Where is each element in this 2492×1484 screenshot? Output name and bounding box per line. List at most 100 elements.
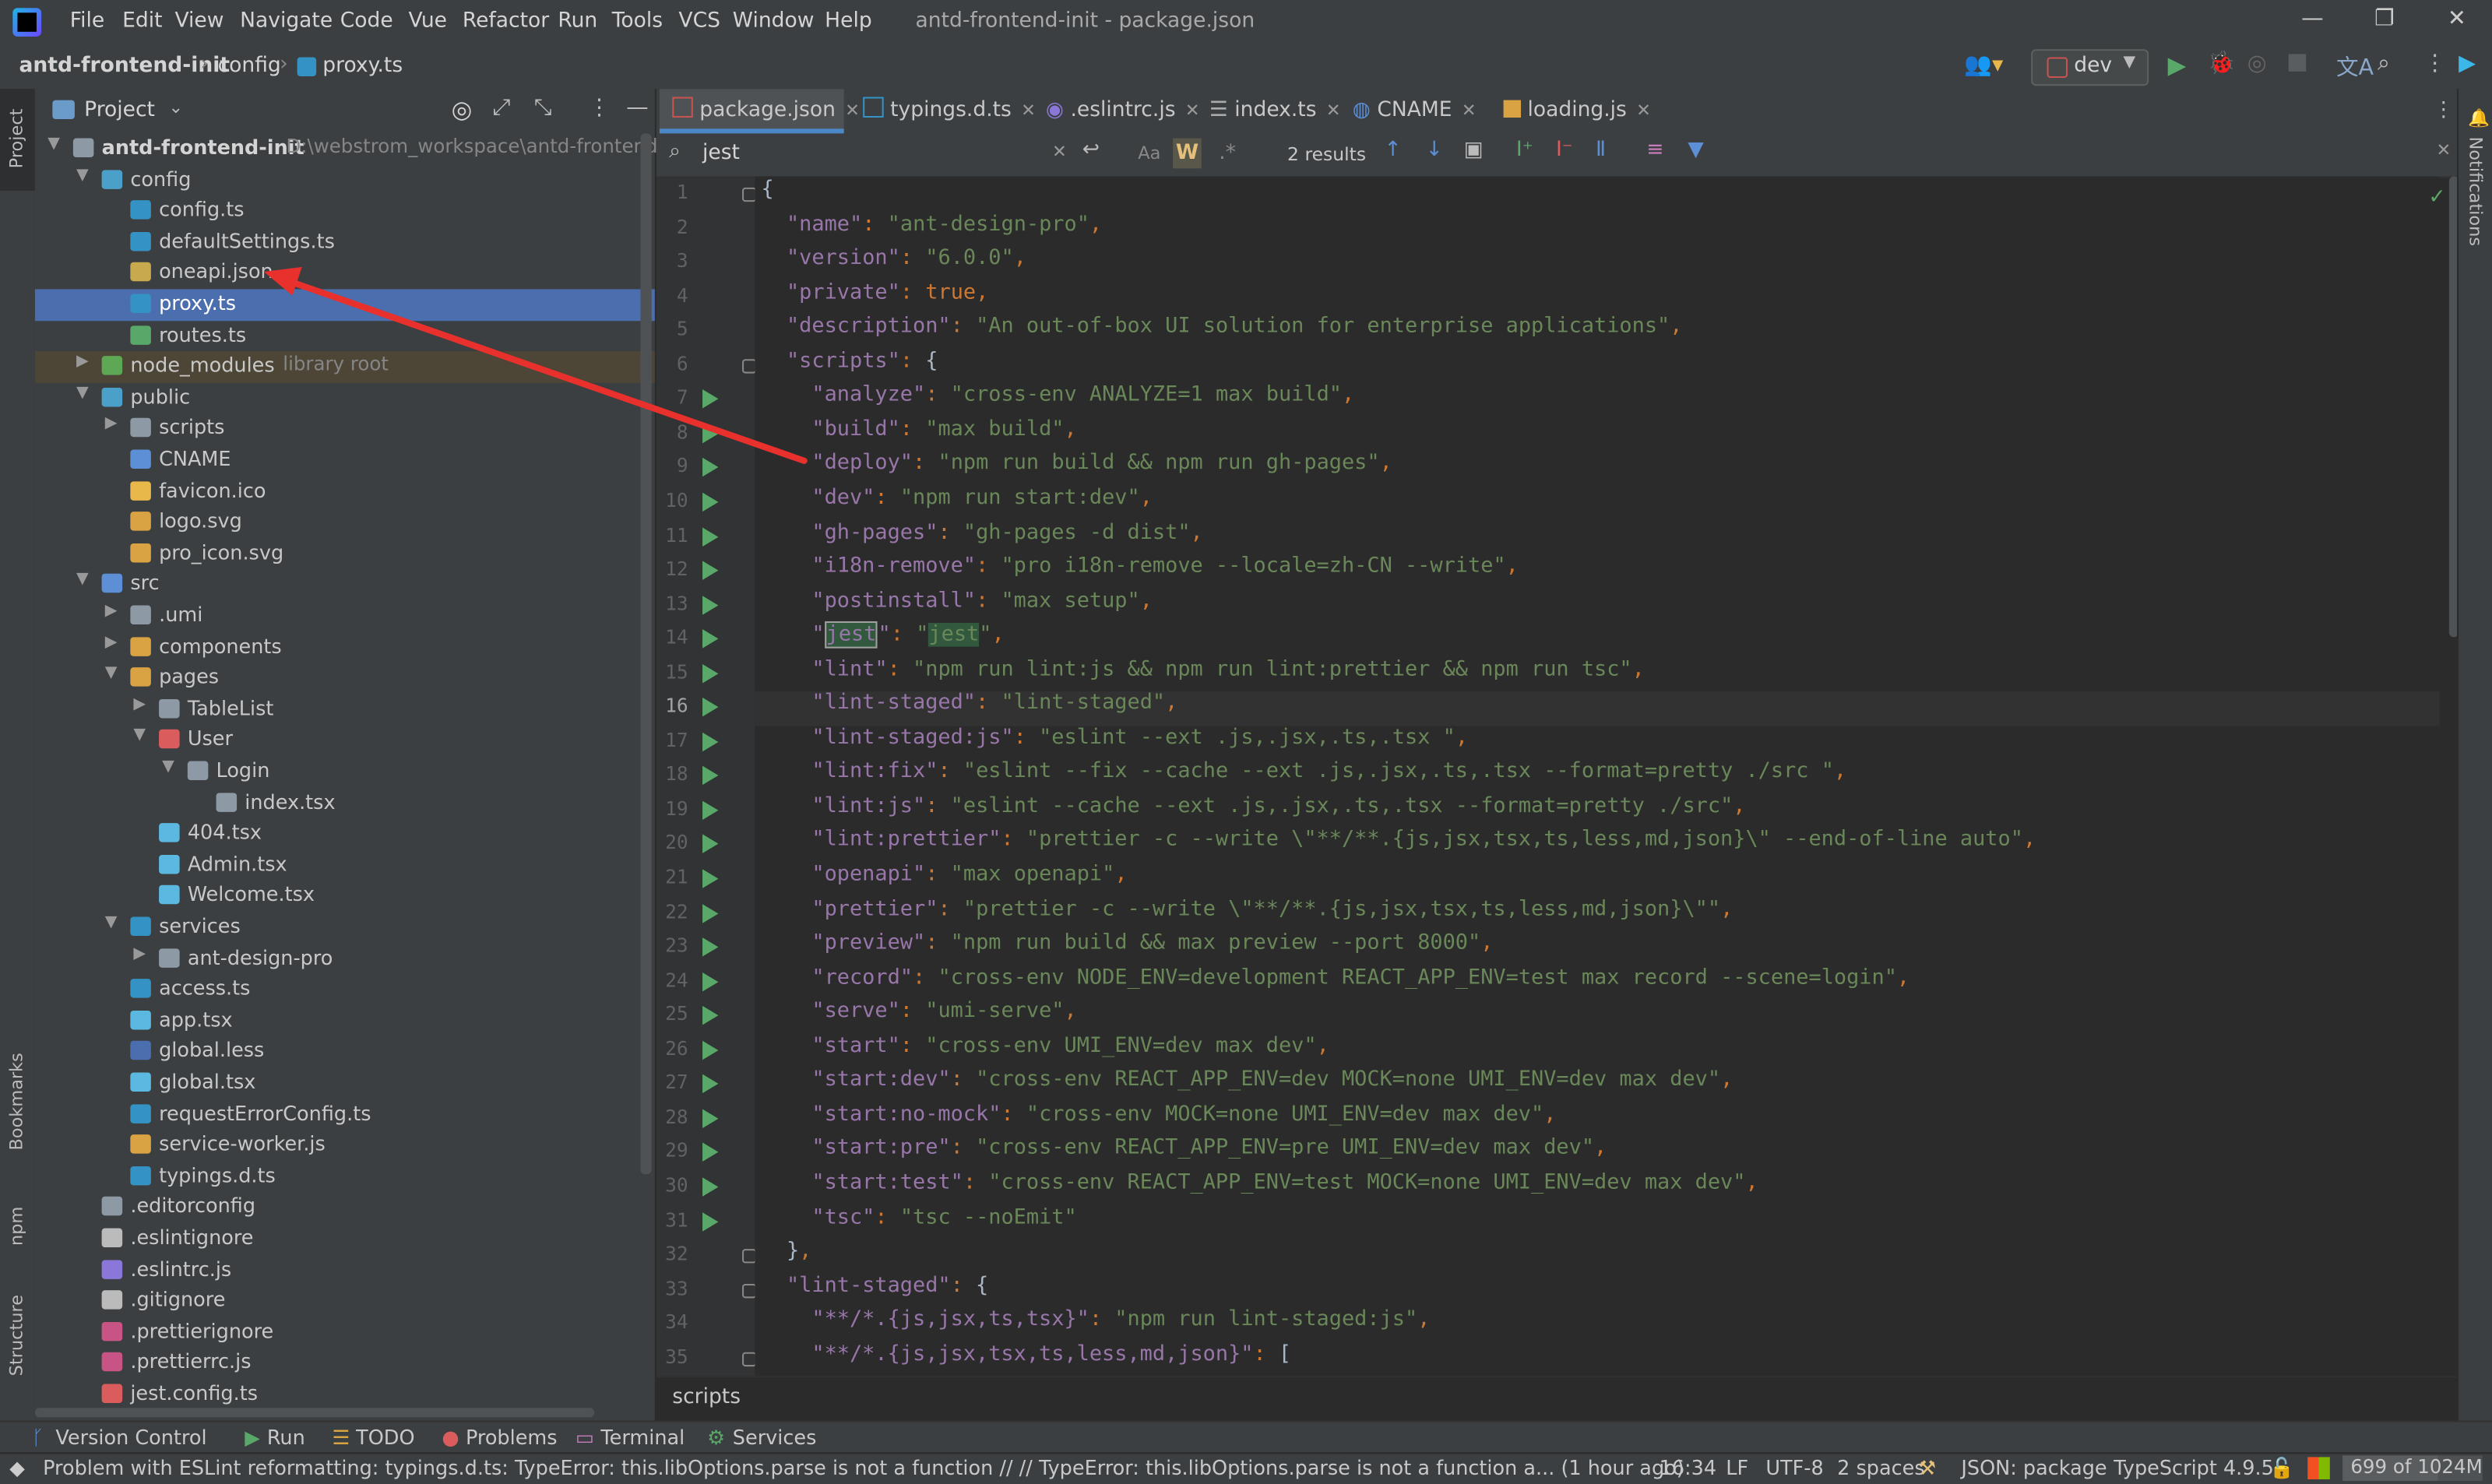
tree-item[interactable]: ▶ scripts bbox=[35, 413, 655, 445]
vertical-scrollbar[interactable] bbox=[640, 133, 652, 1175]
run-script-icon[interactable] bbox=[702, 766, 719, 786]
menu-run[interactable]: Run bbox=[558, 9, 597, 33]
tree-item[interactable]: ▶ .umi bbox=[35, 600, 655, 631]
line-number[interactable]: 22 bbox=[656, 900, 688, 923]
tree-item[interactable]: ▼ public bbox=[35, 382, 655, 413]
breadcrumb-file[interactable]: proxy.ts bbox=[322, 54, 403, 78]
menu-refactor[interactable]: Refactor bbox=[463, 9, 549, 33]
code-line[interactable]: "i18n-remove": "pro i18n-remove --locale… bbox=[762, 554, 1518, 589]
run-script-icon[interactable] bbox=[702, 1143, 719, 1162]
find-input[interactable]: jest bbox=[702, 142, 740, 166]
tab-package-json[interactable]: package.json ✕ bbox=[659, 89, 860, 134]
collapse-arrow-icon[interactable]: ▼ bbox=[76, 384, 89, 401]
code-line[interactable]: "postinstall": "max setup", bbox=[762, 589, 1153, 623]
lock-icon[interactable]: 🔓 bbox=[2269, 1455, 2294, 1481]
code-line[interactable]: "prettier": "prettier -c --write \"**/**… bbox=[762, 897, 1733, 931]
line-number[interactable]: 15 bbox=[656, 660, 688, 683]
tree-item[interactable]: Welcome.tsx bbox=[35, 881, 655, 912]
line-number[interactable]: 30 bbox=[656, 1174, 688, 1197]
regex-icon[interactable]: .* bbox=[1219, 142, 1236, 166]
tree-item[interactable]: index.tsx bbox=[35, 787, 655, 818]
close-tab-icon[interactable]: ✕ bbox=[845, 100, 860, 121]
match-case-toggle[interactable]: Aa bbox=[1138, 143, 1160, 164]
line-number[interactable]: 4 bbox=[656, 284, 688, 307]
tool-terminal[interactable]: Terminal bbox=[600, 1426, 685, 1450]
close-tab-icon[interactable]: ✕ bbox=[1636, 100, 1651, 121]
typescript-version[interactable]: TypeScript 4.9.5 bbox=[2114, 1455, 2274, 1479]
npm-tool-label[interactable]: npm bbox=[6, 1207, 27, 1246]
tree-item[interactable]: .gitignore bbox=[35, 1285, 655, 1317]
locate-icon[interactable]: ◎ bbox=[452, 95, 473, 124]
clear-search-icon[interactable]: ✕ bbox=[1052, 142, 1067, 163]
line-number[interactable]: 34 bbox=[656, 1311, 688, 1334]
code-line[interactable]: "version": "6.0.0", bbox=[762, 247, 1026, 281]
tab-options-icon[interactable]: ⋮ bbox=[2433, 99, 2454, 123]
code-line[interactable]: "lint-staged": { bbox=[762, 1274, 988, 1308]
tool-problems[interactable]: Problems bbox=[466, 1426, 558, 1450]
code-line[interactable]: "lint:prettier": "prettier -c --write \"… bbox=[762, 828, 2036, 863]
tree-item[interactable]: ▶ components bbox=[35, 631, 655, 663]
tree-item[interactable]: jest.config.ts bbox=[35, 1379, 655, 1410]
code-line[interactable]: "build": "max build", bbox=[762, 417, 1076, 452]
menu-help[interactable]: Help bbox=[825, 9, 871, 33]
code-line[interactable]: "tsc": "tsc --noEmit" bbox=[762, 1205, 1076, 1240]
tree-item[interactable]: .prettierignore bbox=[35, 1317, 655, 1348]
run-script-icon[interactable] bbox=[702, 1109, 719, 1128]
code-line[interactable]: "record": "cross-env NODE_ENV=developmen… bbox=[762, 965, 1910, 1000]
code-line[interactable]: "serve": "umi-serve", bbox=[762, 1000, 1076, 1034]
code-line[interactable]: "**/*.{js,jsx,tsx,ts,less,md,json}": [ bbox=[762, 1342, 1291, 1377]
close-tab-icon[interactable]: ✕ bbox=[1021, 100, 1036, 121]
options-icon[interactable]: ⋮ bbox=[588, 95, 611, 121]
line-number[interactable]: 33 bbox=[656, 1277, 688, 1299]
run-script-icon[interactable] bbox=[702, 458, 719, 478]
horizontal-scrollbar[interactable] bbox=[34, 1408, 595, 1418]
line-number[interactable]: 32 bbox=[656, 1243, 688, 1265]
code-line[interactable]: "lint:fix": "eslint --fix --cache --ext … bbox=[762, 760, 1847, 794]
code-line[interactable]: "lint-staged:js": "eslint --ext .js,.jsx… bbox=[762, 726, 1468, 760]
line-number[interactable]: 14 bbox=[656, 626, 688, 649]
breadcrumb-folder[interactable]: config bbox=[218, 54, 281, 78]
tree-item[interactable]: ▶ ant-design-pro bbox=[35, 943, 655, 974]
line-number[interactable]: 13 bbox=[656, 592, 688, 614]
expand-arrow-icon[interactable]: ▶ bbox=[133, 944, 146, 962]
file-encoding[interactable]: UTF-8 bbox=[1765, 1455, 1823, 1479]
line-number[interactable]: 7 bbox=[656, 387, 688, 410]
tab-typings-d-ts[interactable]: typings.d.ts ✕ bbox=[863, 89, 1036, 133]
run-script-icon[interactable] bbox=[702, 663, 719, 683]
code-line[interactable]: "lint:js": "eslint --cache --ext .js,.js… bbox=[762, 794, 1746, 828]
expand-arrow-icon[interactable]: ▶ bbox=[76, 353, 89, 370]
tree-item[interactable]: Admin.tsx bbox=[35, 849, 655, 881]
debug-icon[interactable]: 🐞 bbox=[2208, 51, 2236, 76]
expand-arrow-icon[interactable]: ▶ bbox=[105, 633, 118, 650]
new-line-icon[interactable]: ↩ bbox=[1082, 139, 1100, 163]
menu-file[interactable]: File bbox=[70, 9, 104, 33]
status-message[interactable]: Problem with ESLint reformatting: typing… bbox=[43, 1455, 1684, 1479]
line-number[interactable]: 24 bbox=[656, 969, 688, 991]
code-line[interactable]: "start": "cross-env UMI_ENV=dev max dev"… bbox=[762, 1034, 1329, 1068]
hide-panel-icon[interactable]: — bbox=[626, 95, 649, 121]
menu-view[interactable]: View bbox=[174, 9, 224, 33]
collapse-arrow-icon[interactable]: ▼ bbox=[162, 758, 174, 775]
collapse-arrow-icon[interactable]: ▼ bbox=[105, 913, 118, 930]
tree-item[interactable]: .eslintrc.js bbox=[35, 1254, 655, 1285]
chevron-down-icon[interactable]: ⌄ bbox=[168, 97, 183, 118]
code-line[interactable]: "openapi": "max openapi", bbox=[762, 863, 1127, 897]
tree-item[interactable]: config.ts bbox=[35, 195, 655, 227]
line-number[interactable]: 8 bbox=[656, 420, 688, 443]
line-number[interactable]: 18 bbox=[656, 763, 688, 786]
run-script-icon[interactable] bbox=[702, 800, 719, 820]
tool-run[interactable]: Run bbox=[267, 1426, 305, 1450]
line-number[interactable]: 27 bbox=[656, 1071, 688, 1094]
run-script-icon[interactable] bbox=[702, 492, 719, 512]
expand-arrow-icon[interactable]: ▼ bbox=[48, 135, 60, 152]
line-number[interactable]: 10 bbox=[656, 489, 688, 512]
tree-item[interactable]: typings.d.ts bbox=[35, 1161, 655, 1192]
caret-position[interactable]: 16:34 bbox=[1660, 1455, 1717, 1479]
stop-icon[interactable] bbox=[2288, 54, 2307, 72]
coverage-icon[interactable]: ◎ bbox=[2247, 51, 2267, 76]
status-warning-icon[interactable]: ◆ bbox=[9, 1455, 25, 1479]
tab-eslintrc-js[interactable]: ◉ .eslintrc.js ✕ bbox=[1046, 89, 1200, 133]
line-number[interactable]: 26 bbox=[656, 1037, 688, 1060]
tool-todo[interactable]: TODO bbox=[356, 1426, 414, 1450]
tree-item[interactable]: requestErrorConfig.ts bbox=[35, 1099, 655, 1130]
